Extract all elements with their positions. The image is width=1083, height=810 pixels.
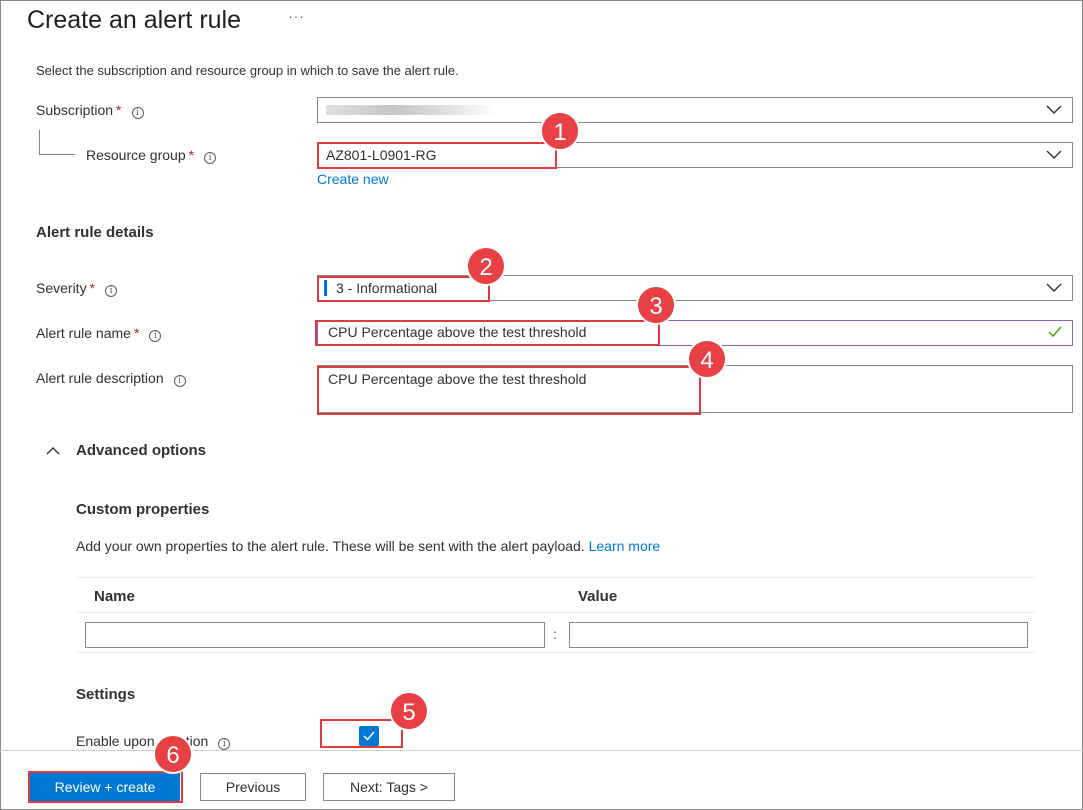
annotation-box [320,719,403,748]
tree-connector [39,154,75,155]
tree-connector [39,130,40,154]
subscription-select[interactable] [317,97,1073,123]
required-marker: * [188,147,195,163]
valid-check-icon [1048,326,1062,338]
annotation-box [317,276,490,302]
resource-group-label-text: Resource group [86,147,186,163]
resource-group-label: Resource group * i [86,147,217,164]
annotation-box [317,366,701,415]
table-header-divider [76,612,1036,613]
annotation-box [315,320,660,346]
info-icon[interactable]: i [149,330,162,342]
callout-badge-3: 3 [636,285,676,325]
property-value-input[interactable] [569,622,1028,648]
subscription-label-text: Subscription [36,102,114,118]
severity-label: Severity * i [36,280,118,297]
alert-rule-description-label-text: Alert rule description [36,370,164,386]
annotation-box [28,771,183,803]
custom-properties-description-text: Add your own properties to the alert rul… [76,538,585,554]
chevron-down-icon [1046,150,1062,159]
callout-badge-2: 2 [466,246,506,286]
table-row-divider [76,652,1036,653]
column-header-name: Name [94,588,135,605]
property-name-input[interactable] [85,622,545,648]
previous-button[interactable]: Previous [200,773,306,801]
info-icon[interactable]: i [218,738,231,750]
next-tags-button[interactable]: Next: Tags > [323,773,455,801]
intro-text: Select the subscription and resource gro… [36,63,459,78]
custom-properties-heading: Custom properties [76,501,210,518]
required-marker: * [116,102,122,118]
alert-rule-details-heading: Alert rule details [36,224,154,241]
more-options-button[interactable]: ··· [288,8,305,24]
callout-badge-1: 1 [540,111,580,151]
settings-heading: Settings [76,686,136,703]
info-icon[interactable]: i [204,152,217,164]
chevron-down-icon [1046,105,1062,114]
subscription-label: Subscription * i [36,102,144,119]
callout-badge-5: 5 [389,691,429,731]
severity-label-text: Severity [36,280,87,296]
learn-more-link[interactable]: Learn more [589,538,661,554]
callout-badge-4: 4 [687,339,727,379]
info-icon[interactable]: i [173,375,186,387]
table-top-divider [76,577,1036,578]
create-new-link[interactable]: Create new [317,171,389,187]
info-icon[interactable]: i [131,107,144,119]
chevron-down-icon [1046,283,1062,292]
required-marker: * [133,325,140,341]
alert-rule-name-label-text: Alert rule name [36,325,131,341]
annotation-box [317,142,557,169]
required-marker: * [89,280,96,296]
alert-rule-description-label: Alert rule description i [36,370,186,387]
key-value-separator: : [553,626,557,642]
alert-rule-name-label: Alert rule name * i [36,325,162,342]
callout-badge-6: 6 [153,734,193,774]
subscription-value-blurred [326,105,496,115]
info-icon[interactable]: i [105,285,118,297]
advanced-options-toggle[interactable]: Advanced options [76,442,206,459]
chevron-up-icon[interactable] [46,446,60,456]
column-header-value: Value [578,588,618,605]
custom-properties-description: Add your own properties to the alert rul… [76,538,660,554]
page-title: Create an alert rule [27,6,242,34]
